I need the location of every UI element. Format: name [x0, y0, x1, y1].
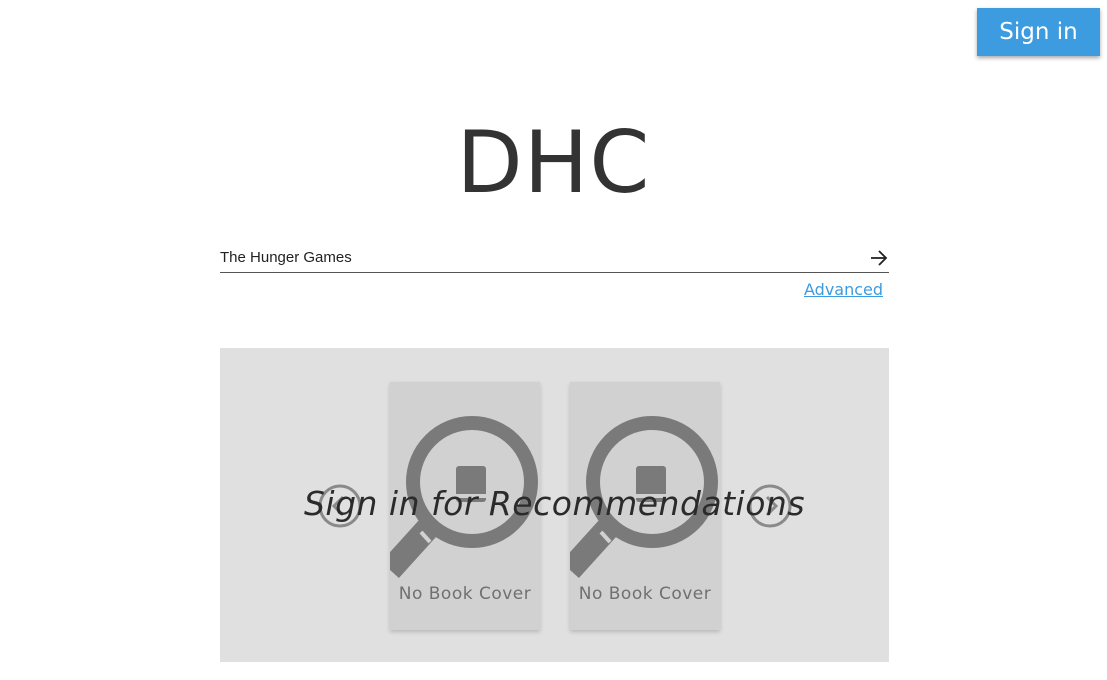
book-card[interactable]: No Book Cover [390, 382, 540, 630]
page: Sign in DHC Advanced No Book Cover [0, 0, 1107, 680]
sign-in-button[interactable]: Sign in [977, 8, 1100, 56]
advanced-search-link[interactable]: Advanced [804, 280, 883, 299]
arrow-right-icon[interactable] [869, 248, 889, 268]
recommendations-panel: No Book Cover No Book Cover Sign in for … [220, 348, 889, 662]
site-logo: DHC [456, 113, 651, 213]
no-cover-label: No Book Cover [398, 584, 532, 604]
chevron-left-icon[interactable] [318, 484, 362, 528]
no-cover-label: No Book Cover [578, 584, 712, 604]
search-input[interactable] [220, 244, 850, 270]
book-card[interactable]: No Book Cover [570, 382, 720, 630]
chevron-right-icon[interactable] [748, 484, 792, 528]
search-bar [220, 244, 889, 273]
